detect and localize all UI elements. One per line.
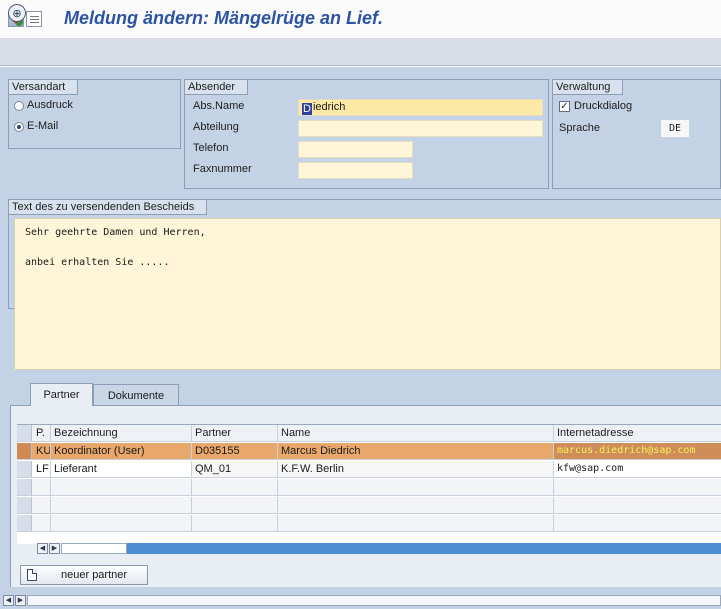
faxnummer-field[interactable] xyxy=(298,162,413,179)
new-partner-button[interactable]: neuer partner xyxy=(20,565,148,585)
cell-email[interactable]: marcus.diedrich@sap.com xyxy=(554,443,721,459)
scroll-left-icon[interactable]: ◀ xyxy=(37,543,48,554)
table-row[interactable] xyxy=(17,497,721,514)
column-header[interactable]: Bezeichnung xyxy=(51,425,192,441)
table-row[interactable]: LF Lieferant QM_01 K.F.W. Berlin kfw@sap… xyxy=(17,461,721,478)
table-row[interactable] xyxy=(17,515,721,532)
field-label: Faxnummer xyxy=(193,163,252,175)
message-text-area[interactable]: Sehr geehrte Damen und Herren, anbei erh… xyxy=(14,218,721,370)
scroll-right-icon[interactable]: ▶ xyxy=(49,543,60,554)
tab-partner[interactable]: Partner xyxy=(30,383,93,406)
row-selector[interactable] xyxy=(17,443,32,459)
empty-cell[interactable] xyxy=(33,515,51,531)
group-title: Versandart xyxy=(9,80,79,95)
page-scroll-right-icon[interactable]: ▶ xyxy=(15,595,26,606)
cell-bezeichnung[interactable]: Koordinator (User) xyxy=(51,443,192,459)
column-header[interactable]: P. xyxy=(33,425,51,441)
row-selector[interactable] xyxy=(17,461,32,477)
field-label: Sprache xyxy=(559,122,600,134)
empty-cell[interactable] xyxy=(192,497,278,513)
new-partner-label: neuer partner xyxy=(61,569,128,581)
radio-email[interactable] xyxy=(14,122,24,132)
row-selector[interactable] xyxy=(17,479,32,495)
execute-icon[interactable]: ⊕ xyxy=(8,4,26,22)
field-label: Abteilung xyxy=(193,121,239,133)
radio-label: Ausdruck xyxy=(27,99,73,111)
cell-name[interactable]: K.F.W. Berlin xyxy=(278,461,554,477)
cell-bezeichnung[interactable]: Lieferant xyxy=(51,461,192,477)
cell-p[interactable]: LF xyxy=(33,461,51,477)
column-header[interactable]: Internetadresse xyxy=(554,425,721,441)
empty-cell[interactable] xyxy=(192,515,278,531)
empty-cell[interactable] xyxy=(192,479,278,495)
document-icon[interactable] xyxy=(26,11,42,27)
select-all-cell[interactable] xyxy=(17,425,32,441)
empty-cell[interactable] xyxy=(33,497,51,513)
group-title: Verwaltung xyxy=(553,80,624,95)
group-title: Text des zu versendenden Bescheids xyxy=(9,200,208,215)
column-header[interactable]: Name xyxy=(278,425,554,441)
abs-name-value: iedrich xyxy=(312,101,346,113)
application-toolbar xyxy=(0,38,721,66)
abs-name-field[interactable]: Diedrich xyxy=(298,99,543,116)
group-versandart: Versandart Ausdruck E-Mail xyxy=(8,79,181,149)
druckdialog-checkbox[interactable]: ✓ xyxy=(559,101,570,112)
field-label: Abs.Name xyxy=(193,100,245,112)
new-document-icon xyxy=(27,569,37,581)
checkbox-label: Druckdialog xyxy=(574,100,633,112)
empty-cell[interactable] xyxy=(278,515,554,531)
table-header: P. Bezeichnung Partner Name Internetadre… xyxy=(17,425,721,442)
text-line: Sehr geehrte Damen und Herren, xyxy=(25,227,206,238)
group-absender: Absender Abs.Name Diedrich Abteilung Tel… xyxy=(184,79,549,189)
cell-partner[interactable]: QM_01 xyxy=(192,461,278,477)
text-line: anbei erhalten Sie ..... xyxy=(25,257,170,268)
group-title: Absender xyxy=(185,80,249,95)
radio-label: E-Mail xyxy=(27,120,59,132)
group-verwaltung: Verwaltung ✓ Druckdialog Sprache DE xyxy=(552,79,721,189)
sprache-value: DE xyxy=(661,120,689,137)
field-label: Telefon xyxy=(193,142,229,154)
cell-partner[interactable]: D035155 xyxy=(192,443,278,459)
table-row[interactable]: KU Koordinator (User) D035155 Marcus Die… xyxy=(17,443,721,460)
cell-name[interactable]: Marcus Diedrich xyxy=(278,443,554,459)
page-title: Meldung ändern: Mängelrüge an Lief. xyxy=(64,8,384,28)
cell-p[interactable]: KU xyxy=(33,443,51,459)
abteilung-field[interactable] xyxy=(298,120,543,137)
table-scrollbar-track[interactable] xyxy=(61,543,721,554)
row-selector[interactable] xyxy=(17,515,32,531)
partner-table: P. Bezeichnung Partner Name Internetadre… xyxy=(17,424,721,544)
tab-dokumente[interactable]: Dokumente xyxy=(93,384,179,406)
page-scroll-left-icon[interactable]: ◀ xyxy=(3,595,14,606)
empty-cell[interactable] xyxy=(51,479,192,495)
table-scrollbar-thumb[interactable] xyxy=(61,543,127,554)
empty-cell[interactable] xyxy=(278,497,554,513)
empty-cell[interactable] xyxy=(51,497,192,513)
empty-cell[interactable] xyxy=(33,479,51,495)
telefon-field[interactable] xyxy=(298,141,413,158)
empty-cell[interactable] xyxy=(278,479,554,495)
radio-ausdruck[interactable] xyxy=(14,101,24,111)
table-row[interactable] xyxy=(17,479,721,496)
cell-email[interactable]: kfw@sap.com xyxy=(554,461,721,477)
column-header[interactable]: Partner xyxy=(192,425,278,441)
text-cursor: D xyxy=(302,103,312,115)
row-selector[interactable] xyxy=(17,497,32,513)
empty-cell[interactable] xyxy=(51,515,192,531)
page-scrollbar-track[interactable] xyxy=(27,595,721,606)
